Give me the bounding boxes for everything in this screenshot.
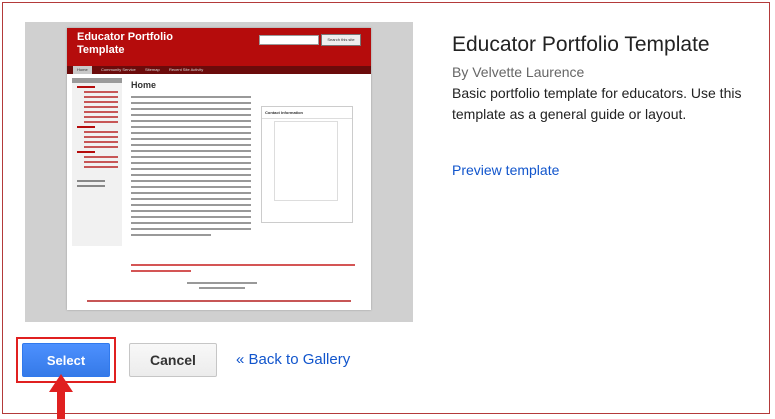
back-to-gallery-link[interactable]: « Back to Gallery xyxy=(236,351,350,368)
thumbnail-search-button: Search this site xyxy=(321,34,361,46)
thumbnail-contact-box: Contact Information xyxy=(261,106,353,223)
thumbnail-nav-sitemap: Sitemap xyxy=(145,67,160,72)
template-thumbnail: Educator Portfolio Template Search this … xyxy=(67,28,371,310)
thumbnail-nav-community: Community Service xyxy=(101,67,136,72)
thumbnail-body-text xyxy=(131,96,251,240)
template-description: Basic portfolio template for educators. … xyxy=(452,85,742,122)
thumbnail-footer-updated xyxy=(199,287,245,289)
thumbnail-header: Educator Portfolio Template Search this … xyxy=(67,28,371,66)
template-title: Educator Portfolio Template xyxy=(452,33,710,56)
cancel-button[interactable]: Cancel xyxy=(129,343,217,377)
up-arrow-icon xyxy=(49,374,73,419)
thumbnail-search-input xyxy=(259,35,319,45)
thumbnail-nav-recent: Recent Site Activity xyxy=(169,67,204,72)
thumbnail-note-line xyxy=(131,270,191,272)
thumbnail-footer xyxy=(187,282,257,284)
thumbnail-sidebar xyxy=(72,78,122,246)
template-dialog: Educator Portfolio Template Search this … xyxy=(2,2,770,414)
thumbnail-nav-home: Home xyxy=(73,66,92,74)
template-author: By Velvette Laurence xyxy=(452,64,585,80)
thumbnail-site-title: Educator Portfolio Template xyxy=(77,31,173,56)
thumbnail-footer-links xyxy=(87,300,351,302)
thumbnail-nav: Home Community Service Sitemap Recent Si… xyxy=(67,66,371,74)
preview-template-link[interactable]: Preview template xyxy=(452,162,559,178)
thumbnail-page-title: Home xyxy=(131,80,157,90)
thumbnail-note xyxy=(131,264,355,266)
template-thumbnail-area: Educator Portfolio Template Search this … xyxy=(25,22,413,322)
thumbnail-contact-title: Contact Information xyxy=(262,107,352,119)
